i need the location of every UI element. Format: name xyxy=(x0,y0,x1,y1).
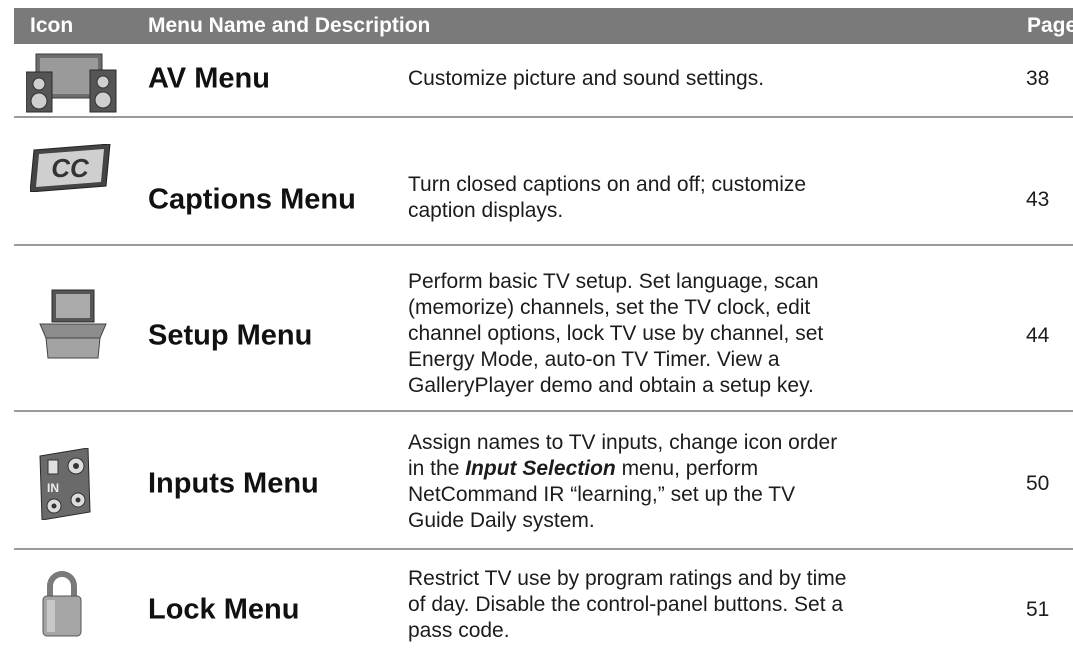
menu-name: Inputs Menu xyxy=(148,467,319,500)
svg-text:IN: IN xyxy=(47,481,59,495)
table-row: AV Menu Customize picture and sound sett… xyxy=(14,46,1073,118)
page-number: 44 xyxy=(1026,324,1050,347)
padlock-icon xyxy=(42,571,82,637)
setup-tv-box-icon xyxy=(39,289,107,359)
inputs-jacks-icon: IN xyxy=(39,448,91,520)
cc-captions-icon: CC xyxy=(30,144,111,192)
header-name-column: Menu Name and Description xyxy=(148,14,431,37)
page-number: 50 xyxy=(1026,472,1050,495)
header-page-column: Page xyxy=(1027,14,1073,37)
menu-name: AV Menu xyxy=(148,62,270,95)
header-icon-column: Icon xyxy=(30,14,74,37)
menu-description: Restrict TV use by program ratings and b… xyxy=(408,567,847,642)
input-selection-emphasis: Input Selection xyxy=(465,457,616,480)
page-number: 51 xyxy=(1026,598,1050,621)
page-number: 43 xyxy=(1026,188,1050,211)
menu-name: Setup Menu xyxy=(148,319,313,352)
menu-name: Captions Menu xyxy=(148,183,356,216)
table-header: Icon Menu Name and Description Page xyxy=(14,8,1073,44)
menu-description: Perform basic TV setup. Set language, sc… xyxy=(408,270,824,397)
av-speakers-icon xyxy=(26,53,117,113)
menu-name: Lock Menu xyxy=(148,593,300,626)
table-row: Lock Menu Restrict TV use by program rat… xyxy=(14,550,1073,650)
table-row: CC Captions Menu Turn closed captions on… xyxy=(14,118,1073,246)
table-row: IN Inputs Menu Assign names to TV inputs… xyxy=(14,412,1073,550)
page-number: 38 xyxy=(1026,67,1050,90)
table-row: Setup Menu Perform basic TV setup. Set l… xyxy=(14,246,1073,412)
svg-text:CC: CC xyxy=(51,153,90,183)
menu-description: Customize picture and sound settings. xyxy=(408,67,765,90)
menu-description: Turn closed captions on and off; customi… xyxy=(408,173,807,222)
menu-description: Assign names to TV inputs, change icon o… xyxy=(408,430,848,534)
